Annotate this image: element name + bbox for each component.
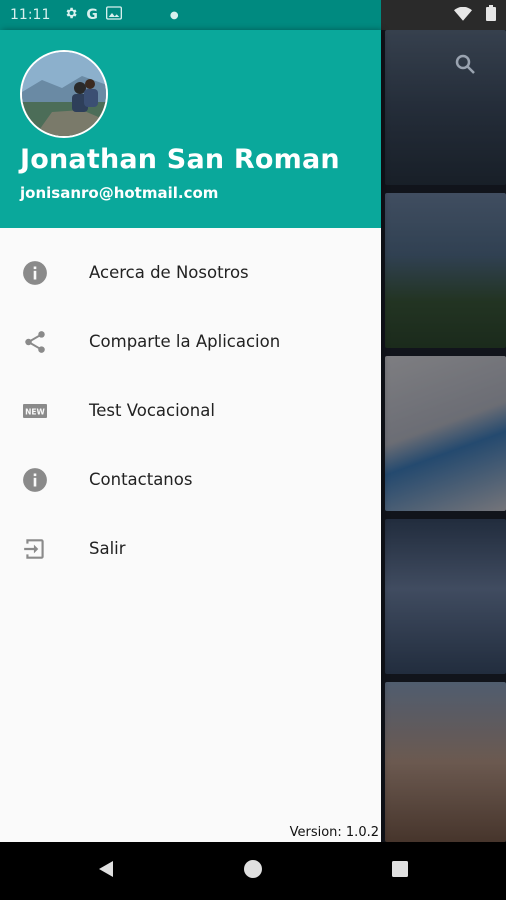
menu-item-acerca[interactable]: Acerca de Nosotros	[0, 238, 381, 307]
new-badge-text: NEW	[25, 407, 45, 416]
menu-item-contactanos[interactable]: Contactanos	[0, 445, 381, 514]
settings-icon	[64, 6, 78, 24]
search-icon	[453, 52, 477, 76]
wifi-icon	[454, 6, 472, 25]
drawer-header: Jonathan San Roman jonisanro@hotmail.com	[0, 30, 381, 228]
menu-item-label: Acerca de Nosotros	[89, 263, 249, 282]
avatar[interactable]	[20, 50, 108, 138]
home-icon	[243, 859, 263, 883]
user-name: Jonathan San Roman	[20, 144, 340, 175]
battery-icon	[486, 5, 496, 25]
status-bar-right	[454, 0, 496, 30]
back-button[interactable]	[76, 842, 136, 900]
share-icon	[22, 329, 48, 355]
recents-icon	[391, 860, 409, 882]
background-app-content	[381, 30, 506, 842]
google-icon: G	[86, 7, 98, 23]
menu-item-label: Test Vocacional	[89, 401, 215, 420]
menu-item-comparte[interactable]: Comparte la Aplicacion	[0, 307, 381, 376]
menu-item-label: Comparte la Aplicacion	[89, 332, 281, 351]
drawer-scrim[interactable]	[381, 30, 506, 842]
system-nav-bar	[0, 842, 506, 900]
notification-dot-icon: ●	[169, 9, 179, 21]
status-bar-left: 11:11 G ●	[0, 0, 381, 30]
user-email: jonisanro@hotmail.com	[20, 184, 219, 202]
menu-item-label: Salir	[89, 539, 126, 558]
exit-icon	[22, 536, 48, 562]
new-badge-icon: NEW	[22, 398, 48, 424]
status-time: 11:11	[10, 7, 51, 23]
info-icon	[22, 260, 48, 286]
status-bar: 11:11 G ●	[0, 0, 506, 30]
menu-item-label: Contactanos	[89, 470, 193, 489]
drawer-menu: Acerca de Nosotros Comparte la Aplicacio…	[0, 238, 381, 583]
app-version: Version: 1.0.2	[289, 825, 379, 840]
back-icon	[96, 859, 116, 883]
photo-icon	[105, 6, 122, 24]
navigation-drawer: Jonathan San Roman jonisanro@hotmail.com…	[0, 30, 381, 842]
info-icon	[22, 467, 48, 493]
recents-button[interactable]	[370, 842, 430, 900]
menu-item-test-vocacional[interactable]: NEW Test Vocacional	[0, 376, 381, 445]
menu-item-salir[interactable]: Salir	[0, 514, 381, 583]
home-button[interactable]	[223, 842, 283, 900]
